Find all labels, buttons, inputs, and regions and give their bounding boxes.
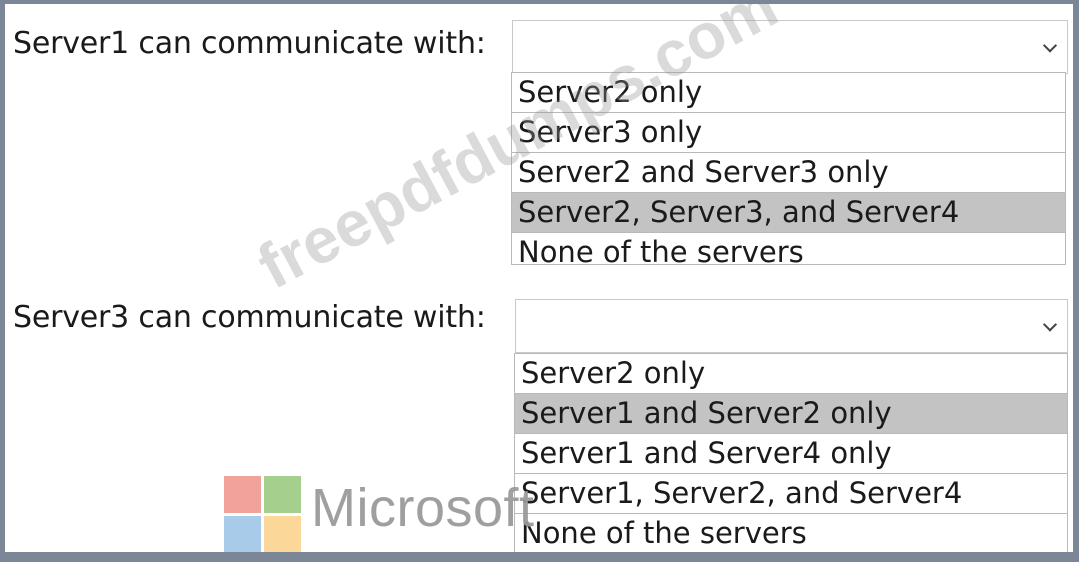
microsoft-logo-text: Microsoft	[311, 478, 535, 538]
chevron-down-icon	[1042, 38, 1058, 53]
question-1-option[interactable]: None of the servers	[512, 233, 1065, 273]
answer-area: Server1 can communicate with: Server2 on…	[5, 4, 1073, 552]
question-2-option[interactable]: Server1, Server2, and Server4	[515, 474, 1067, 514]
logo-square-green	[264, 476, 301, 513]
chevron-down-icon	[1042, 317, 1058, 332]
question-1-option[interactable]: Server2 and Server3 only	[512, 153, 1065, 193]
microsoft-logo-icon	[224, 476, 301, 552]
logo-square-yellow	[264, 516, 301, 552]
question-1-label: Server1 can communicate with:	[13, 26, 486, 61]
question-1-option-highlighted[interactable]: Server2, Server3, and Server4	[512, 193, 1065, 233]
question-1-options-list: Server2 only Server3 only Server2 and Se…	[511, 72, 1066, 269]
question-2-option[interactable]: None of the servers	[515, 514, 1067, 552]
question-2-label: Server3 can communicate with:	[13, 300, 486, 335]
microsoft-logo: Microsoft	[224, 476, 535, 552]
question-1-option[interactable]: Server3 only	[512, 113, 1065, 153]
question-2-option-highlighted[interactable]: Server1 and Server2 only	[515, 394, 1067, 434]
question-2-option[interactable]: Server2 only	[515, 354, 1067, 394]
logo-square-blue	[224, 516, 261, 552]
question-1-dropdown[interactable]	[512, 20, 1068, 74]
question-2-dropdown[interactable]	[515, 299, 1068, 353]
question-2-option[interactable]: Server1 and Server4 only	[515, 434, 1067, 474]
logo-square-red	[224, 476, 261, 513]
question-1-option[interactable]: Server2 only	[512, 73, 1065, 113]
question-2-options-list: Server2 only Server1 and Server2 only Se…	[514, 353, 1068, 552]
